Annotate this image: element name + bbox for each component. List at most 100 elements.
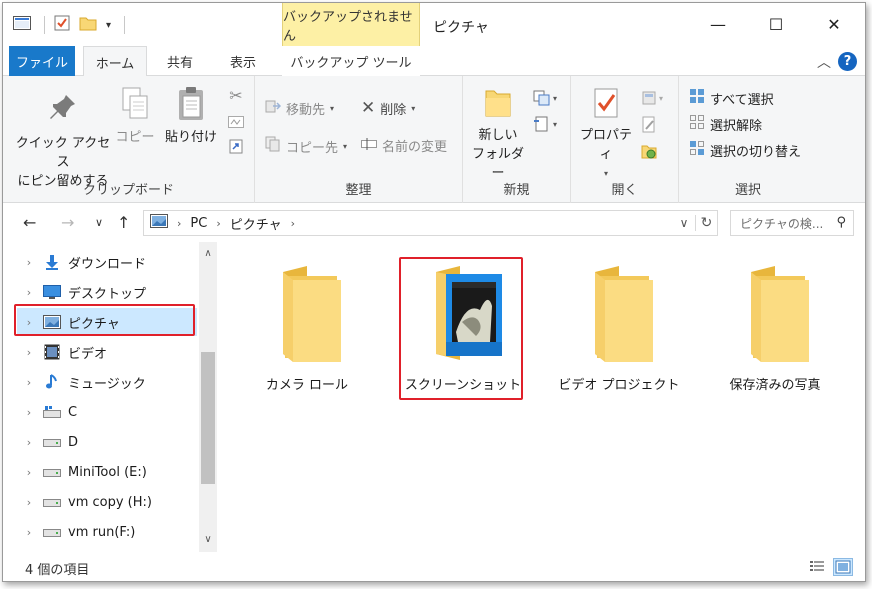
properties-qat-icon[interactable]	[54, 15, 70, 35]
new-folder-qat-icon[interactable]	[79, 15, 97, 35]
breadcrumb-pc[interactable]: PC	[190, 216, 207, 231]
properties-button[interactable]: プロパティ ▾	[575, 86, 637, 183]
expand-chevron-icon[interactable]: ›	[17, 526, 41, 539]
address-bar[interactable]: › PC › ピクチャ › ∨ ↻	[143, 210, 718, 236]
scroll-down-icon[interactable]: ∨	[199, 534, 217, 550]
pin-label-line1: クイック アクセス	[15, 136, 111, 170]
windows-drive-icon	[41, 403, 63, 421]
scroll-up-icon[interactable]: ∧	[199, 248, 217, 264]
tree-item-drive-e[interactable]: › MiniTool (E:)	[17, 458, 197, 486]
expand-chevron-icon[interactable]: ›	[17, 286, 41, 299]
search-icon[interactable]: ⚲	[836, 215, 846, 230]
tree-item-label: C	[68, 404, 78, 420]
rename-button[interactable]: 名前の変更	[361, 136, 447, 155]
invert-selection-button[interactable]: 選択の切り替え	[689, 140, 801, 160]
tree-item-desktop[interactable]: › デスクトップ	[17, 278, 197, 306]
folder-video-projects[interactable]: ビデオ プロジェクト	[549, 262, 689, 393]
tree-item-drive-h[interactable]: › vm copy (H:)	[17, 488, 197, 516]
help-icon[interactable]: ?	[838, 52, 857, 71]
paste-shortcut-icon[interactable]	[225, 134, 247, 158]
pin-quick-access-button[interactable]: クイック アクセス にピン留めする	[15, 92, 111, 191]
open-icon[interactable]: ▾	[641, 90, 663, 106]
properties-icon	[591, 88, 621, 124]
tab-home[interactable]: ホーム	[83, 46, 147, 77]
tree-item-label: ダウンロード	[68, 256, 147, 272]
window-icon[interactable]	[13, 16, 31, 34]
expand-chevron-icon[interactable]: ›	[17, 496, 41, 509]
folder-saved-pictures[interactable]: 保存済みの写真	[705, 262, 845, 393]
expand-chevron-icon[interactable]: ›	[17, 316, 41, 329]
tree-item-label: vm run(F:)	[68, 524, 136, 540]
customize-qat-icon[interactable]: ▾	[106, 20, 111, 31]
tab-view[interactable]: 表示	[215, 46, 271, 76]
edit-icon[interactable]	[641, 116, 657, 138]
tree-item-downloads[interactable]: › ダウンロード	[17, 248, 197, 276]
expand-chevron-icon[interactable]: ›	[17, 256, 41, 269]
collapse-ribbon-icon[interactable]: ︿	[817, 52, 831, 72]
tab-backup-tools[interactable]: バックアップ ツール	[282, 46, 420, 76]
tree-item-drive-d[interactable]: › D	[17, 428, 197, 456]
invert-selection-icon	[689, 140, 705, 160]
select-all-button[interactable]: すべて選択	[689, 88, 774, 108]
recent-locations-chevron-icon[interactable]: ∨	[95, 216, 103, 229]
close-button[interactable]: ✕	[803, 3, 865, 46]
tree-item-videos[interactable]: › ビデオ	[17, 338, 197, 366]
pictures-location-icon	[150, 214, 168, 232]
folder-icon	[735, 266, 815, 370]
tree-item-drive-c[interactable]: › C	[17, 398, 197, 426]
scroll-thumb[interactable]	[201, 352, 215, 484]
delete-label: 削除	[380, 102, 407, 118]
tab-share[interactable]: 共有	[153, 46, 207, 76]
paste-label: 貼り付け	[164, 130, 217, 145]
clipboard-group-label: クリップボード	[82, 183, 174, 198]
folder-camera-roll[interactable]: カメラ ロール	[237, 262, 377, 393]
large-icons-view-icon[interactable]	[833, 558, 853, 576]
ribbon: クイック アクセス にピン留めする コピー 貼り付け ✂ クリップボード 移動先…	[3, 76, 865, 203]
clipboard-group: クイック アクセス にピン留めする コピー 貼り付け ✂ クリップボード	[3, 76, 255, 203]
minimize-button[interactable]: —	[687, 3, 749, 46]
copy-path-icon[interactable]	[225, 110, 247, 134]
expand-chevron-icon[interactable]: ›	[17, 466, 41, 479]
navigation-pane: › ダウンロード › デスクトップ › ピクチャ › ビデオ › ミュージック …	[3, 242, 217, 552]
maximize-button[interactable]: ☐	[745, 3, 807, 46]
nav-pane-scrollbar[interactable]: ∧ ∨	[199, 242, 217, 552]
forward-arrow-icon[interactable]: →	[61, 213, 74, 232]
tree-item-label: ピクチャ	[68, 316, 120, 332]
folder-label: スクリーンショット	[404, 378, 522, 393]
expand-chevron-icon[interactable]: ›	[17, 406, 41, 419]
copy-to-button[interactable]: コピー先 ▾	[265, 136, 347, 156]
back-arrow-icon[interactable]: ←	[23, 213, 36, 232]
breadcrumb-pictures[interactable]: ピクチャ	[230, 214, 282, 233]
tree-item-pictures[interactable]: › ピクチャ	[17, 308, 197, 336]
new-item-icon[interactable]: ▾	[533, 90, 557, 106]
expand-chevron-icon[interactable]: ›	[17, 346, 41, 359]
refresh-icon[interactable]: ↻	[695, 215, 717, 231]
breadcrumb-separator-icon: ›	[216, 216, 221, 230]
delete-button[interactable]: ✕ 削除 ▾	[361, 98, 415, 118]
folder-icon	[267, 266, 347, 370]
ribbon-tabs: ファイル ホーム 共有 表示 バックアップ ツール ︿ ?	[3, 46, 865, 77]
new-group: 新しい フォルダー ▾ ▾ 新規	[463, 76, 571, 203]
tree-item-music[interactable]: › ミュージック	[17, 368, 197, 396]
select-none-button[interactable]: 選択解除	[689, 114, 762, 134]
expand-chevron-icon[interactable]: ›	[17, 436, 41, 449]
new-folder-button[interactable]: 新しい フォルダー	[467, 86, 529, 183]
search-box[interactable]: ピクチャの検... ⚲	[730, 210, 854, 236]
explorer-window: ▾ バックアップされません ピクチャ — ☐ ✕ ファイル ホーム 共有 表示 …	[2, 2, 866, 582]
drive-icon	[41, 493, 63, 511]
tree-item-drive-f[interactable]: › vm run(F:)	[17, 518, 197, 546]
copy-button[interactable]: コピー	[115, 86, 155, 147]
move-to-button[interactable]: 移動先 ▾	[265, 98, 334, 118]
up-arrow-icon[interactable]: ↑	[117, 213, 130, 232]
address-dropdown-chevron-icon[interactable]: ∨	[673, 216, 695, 230]
tab-file[interactable]: ファイル	[9, 46, 75, 76]
folder-screenshots[interactable]: スクリーンショット	[393, 262, 533, 393]
easy-access-icon[interactable]: ▾	[533, 116, 557, 132]
history-icon[interactable]	[641, 142, 657, 164]
folder-label: カメラ ロール	[265, 378, 349, 393]
expand-chevron-icon[interactable]: ›	[17, 376, 41, 389]
cut-icon[interactable]: ✂	[225, 86, 247, 110]
folder-icon	[579, 266, 659, 370]
paste-button[interactable]: 貼り付け	[163, 86, 219, 147]
details-view-icon[interactable]	[807, 558, 827, 576]
